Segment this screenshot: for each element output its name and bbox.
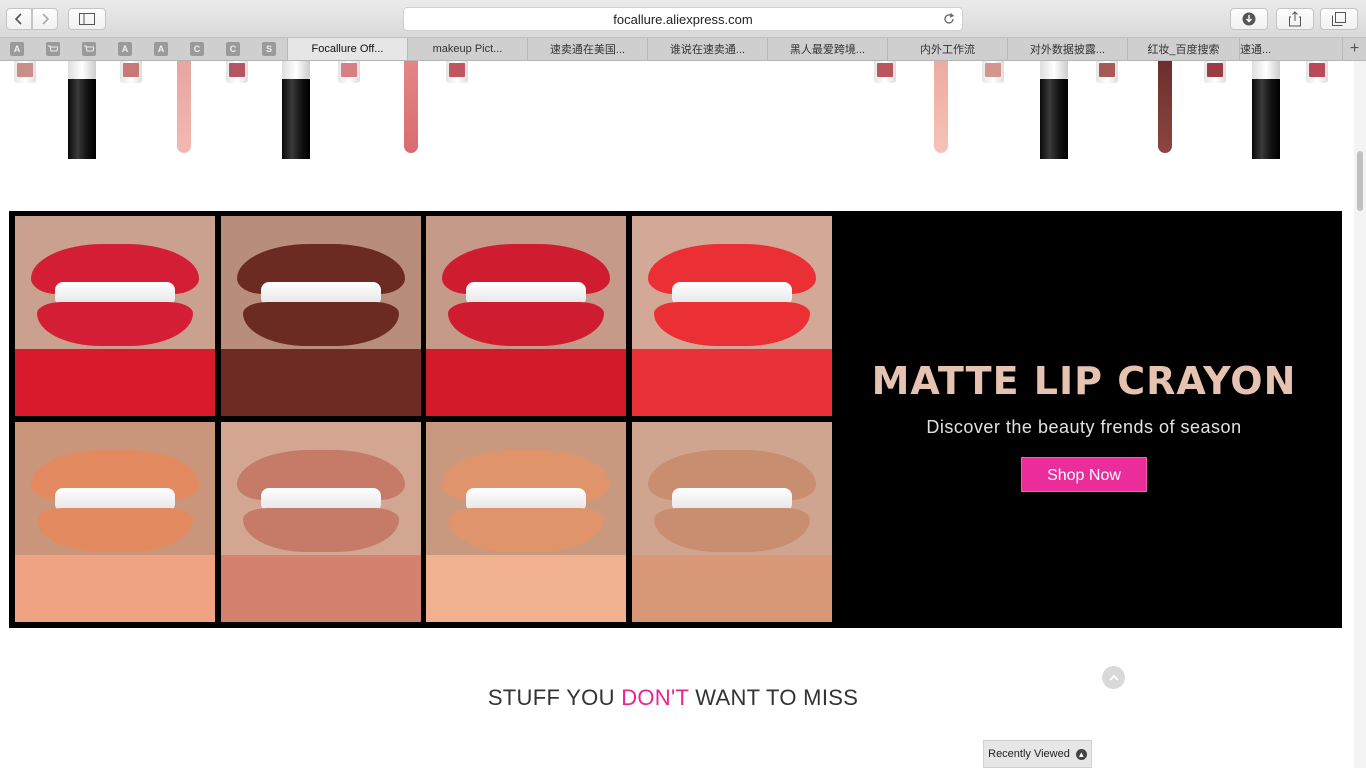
url-text: focallure.aliexpress.com (613, 11, 753, 27)
lipstick-tube (1040, 61, 1068, 161)
new-tab-button[interactable]: + (1342, 38, 1366, 60)
lip-gloss-vial (874, 61, 896, 83)
lip-swatch-tile (221, 216, 421, 416)
pinned-tab[interactable]: A (10, 42, 24, 56)
tab-5[interactable]: 黑人最爱跨境... (767, 38, 887, 60)
section-heading: STUFF YOU DON'T WANT TO MISS (0, 685, 1346, 711)
browser-toolbar: focallure.aliexpress.com (0, 0, 1366, 38)
pinned-tab-cart-icon[interactable] (46, 42, 60, 56)
lip-swatch-tile (15, 216, 215, 416)
recently-viewed-button[interactable]: Recently Viewed ▲ (983, 740, 1092, 768)
pinned-tab[interactable]: A (118, 42, 132, 56)
section-heading-post: WANT TO MISS (688, 685, 859, 710)
lip-swatch-tile (632, 422, 832, 622)
shop-now-button[interactable]: Shop Now (1021, 457, 1147, 492)
section-heading-accent: DON'T (621, 685, 689, 710)
matte-lip-crayon-banner[interactable]: MATTE LIP CRAYON Discover the beauty fre… (9, 211, 1342, 628)
lip-gloss-vial (1096, 61, 1118, 83)
banner-title: MATTE LIP CRAYON (871, 359, 1297, 403)
pinned-tab[interactable]: S (262, 42, 276, 56)
lip-swatch-tile (632, 216, 832, 416)
product-strip-image (0, 61, 1354, 171)
tab-6[interactable]: 内外工作流 (887, 38, 1007, 60)
tab-bar: A A A C C S Focallure Off... makeup Pict… (0, 38, 1366, 61)
lipstick-tube (282, 61, 310, 161)
lip-gloss-vial (1204, 61, 1226, 83)
recently-viewed-label: Recently Viewed (988, 748, 1070, 760)
lipstick-tube (1252, 61, 1280, 161)
sidebar-icon (79, 13, 95, 25)
back-button[interactable] (6, 8, 32, 30)
lip-swatch-tile (221, 422, 421, 622)
pinned-tab[interactable]: C (190, 42, 204, 56)
page-viewport: MATTE LIP CRAYON Discover the beauty fre… (0, 61, 1366, 768)
tab-8[interactable]: 红妆_百度搜索 (1127, 38, 1239, 60)
lip-gloss-vial (338, 61, 360, 83)
tab-3[interactable]: 速卖通在美国... (527, 38, 647, 60)
scrollbar-thumb[interactable] (1357, 151, 1363, 211)
lip-gloss-vial (446, 61, 468, 83)
lip-gloss-vial (226, 61, 248, 83)
chevron-up-circle-icon: ▲ (1075, 748, 1087, 760)
lipstick-tube (68, 61, 96, 161)
share-button[interactable] (1276, 8, 1314, 30)
tab-7[interactable]: 对外数据披露... (1007, 38, 1127, 60)
page-scrollbar[interactable] (1354, 61, 1366, 768)
tabs-icon (1332, 12, 1346, 26)
lip-gloss-vial (1306, 61, 1328, 83)
pinned-tab[interactable]: A (154, 42, 168, 56)
lip-gloss-vial (14, 61, 36, 83)
reload-icon[interactable] (942, 12, 956, 26)
lip-gloss-wand (177, 61, 191, 153)
section-heading-pre: STUFF YOU (487, 685, 622, 710)
tab-9[interactable]: 速通... (1239, 38, 1291, 60)
chevron-right-icon (42, 13, 50, 25)
chevron-left-icon (14, 13, 22, 25)
lip-swatch-tile (426, 216, 626, 416)
downloads-button[interactable] (1230, 8, 1268, 30)
share-icon (1289, 11, 1301, 27)
banner-text-block: MATTE LIP CRAYON Discover the beauty fre… (839, 359, 1329, 492)
pinned-tab[interactable]: C (226, 42, 240, 56)
address-bar[interactable]: focallure.aliexpress.com (403, 7, 963, 31)
banner-subtitle: Discover the beauty frends of season (926, 417, 1242, 437)
chevron-up-icon (1108, 674, 1119, 681)
download-icon (1242, 12, 1256, 26)
forward-button[interactable] (32, 8, 58, 30)
lip-swatch-tile (15, 422, 215, 622)
lip-gloss-wand (934, 61, 948, 153)
lip-gloss-wand (404, 61, 418, 153)
pinned-tab-cart-icon[interactable] (82, 42, 96, 56)
lip-gloss-vial (982, 61, 1004, 83)
lip-gloss-wand (1158, 61, 1172, 153)
tab-4[interactable]: 谁说在速卖通... (647, 38, 767, 60)
sidebar-toggle-button[interactable] (68, 8, 106, 30)
tab-focallure[interactable]: Focallure Off... (287, 38, 407, 60)
tab-makeup-pictures[interactable]: makeup Pict... (407, 38, 527, 60)
lip-gloss-vial (120, 61, 142, 83)
lip-swatch-tile (426, 422, 626, 622)
tabs-overview-button[interactable] (1320, 8, 1358, 30)
